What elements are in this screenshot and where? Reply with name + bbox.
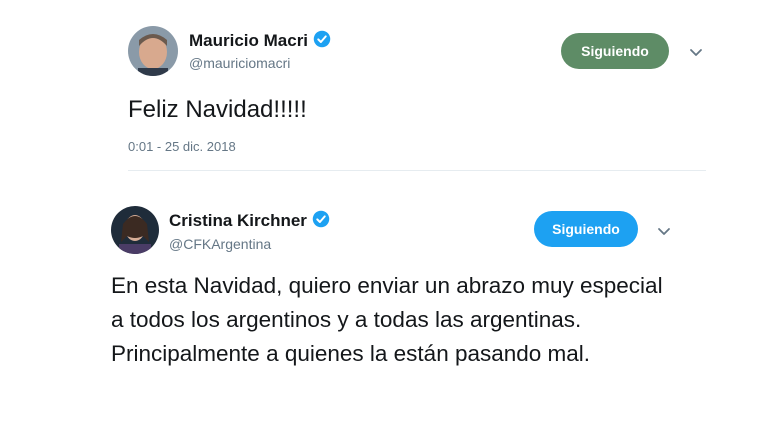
avatar[interactable] <box>128 26 178 76</box>
chevron-down-icon[interactable] <box>688 44 704 60</box>
tweet-timestamp[interactable]: 0:01 - 25 dic. 2018 <box>128 139 236 154</box>
avatar[interactable] <box>111 206 159 254</box>
chevron-down-icon[interactable] <box>656 223 672 239</box>
user-handle[interactable]: @CFKArgentina <box>169 236 271 252</box>
verified-badge-icon <box>312 210 330 233</box>
tweet-macri: Mauricio Macri @mauriciomacri Siguiendo … <box>0 0 770 180</box>
divider <box>128 170 706 171</box>
following-button[interactable]: Siguiendo <box>534 211 638 247</box>
tweet-text: Feliz Navidad!!!!! <box>128 96 307 123</box>
verified-badge-icon <box>313 30 331 53</box>
display-name[interactable]: Mauricio Macri <box>189 31 308 51</box>
display-name[interactable]: Cristina Kirchner <box>169 211 307 231</box>
user-handle[interactable]: @mauriciomacri <box>189 55 290 71</box>
following-button[interactable]: Siguiendo <box>561 33 669 69</box>
tweet-text: En esta Navidad, quiero enviar un abrazo… <box>111 273 663 366</box>
tweet-cfk: Cristina Kirchner @CFKArgentina Siguiend… <box>0 180 770 433</box>
